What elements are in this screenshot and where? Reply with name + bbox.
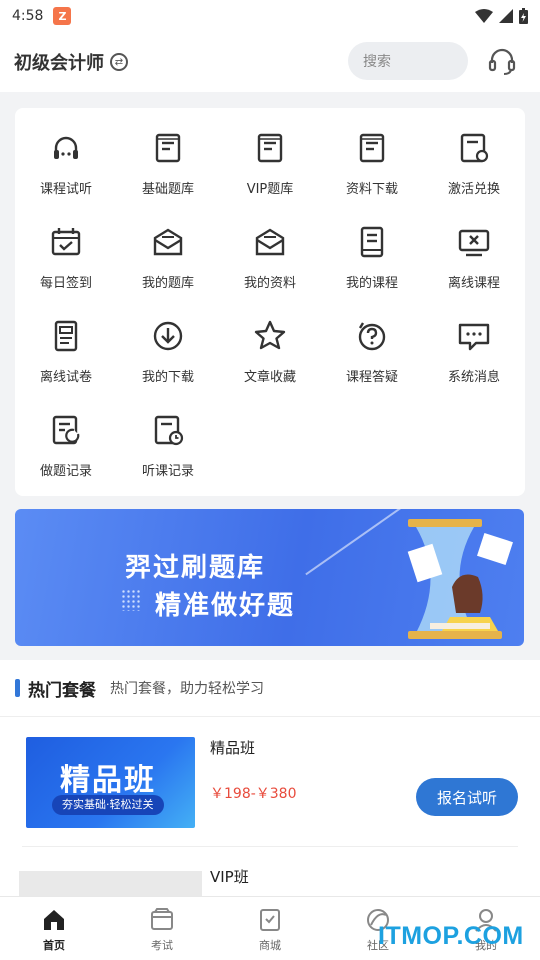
exam-title[interactable]: 初级会计师 (14, 49, 104, 75)
tab-label: 考试 (151, 939, 173, 952)
grid-item-label: 文章收藏 (243, 370, 296, 385)
activate-icon (460, 133, 489, 163)
grid-item-3[interactable]: 资料下载 (321, 108, 423, 202)
status-icons (475, 8, 528, 24)
battery-icon (519, 8, 528, 24)
grid-item-10[interactable]: 离线试卷 (15, 296, 117, 390)
history-icon (154, 415, 184, 446)
question-icon (358, 322, 386, 351)
top-header: 初级会计师 ⇄ 搜索 (0, 32, 540, 92)
customer-service-icon[interactable] (486, 46, 518, 78)
course-list: 精品班 夯实基础·轻松过关 精品班 ￥198-￥380 报名试听 VIP班 (0, 716, 540, 896)
status-time: 4:58 (12, 8, 44, 24)
grid-item-6[interactable]: 我的题库 (117, 202, 219, 296)
paper-icon (54, 320, 78, 352)
grid-item-label: 听课记录 (141, 464, 194, 479)
grid-item-12[interactable]: 文章收藏 (219, 296, 321, 390)
tab-0[interactable]: 首页 (0, 897, 108, 960)
function-grid: 课程试听 基础题库 VIP题库 资料下载 激活兑换每日签到 我的题库 我的资料 我的课程 离线课… (15, 108, 525, 496)
wifi-icon (475, 9, 493, 23)
grid-item-label: 激活兑换 (447, 182, 500, 197)
grid-item-14[interactable]: 系统消息 (423, 296, 525, 390)
search-placeholder: 搜索 (363, 54, 391, 70)
book-icon (155, 133, 181, 163)
grid-item-label: 离线课程 (447, 276, 500, 291)
section-marker (15, 679, 20, 697)
grid-item-13[interactable]: 课程答疑 (321, 296, 423, 390)
book-icon (257, 133, 283, 163)
grid-item-11[interactable]: 我的下载 (117, 296, 219, 390)
divider (22, 846, 518, 847)
banner-dots (121, 589, 141, 611)
calendar-check-icon (51, 228, 81, 256)
grid-item-9[interactable]: 离线课程 (423, 202, 525, 296)
grid-item-label: 课程答疑 (345, 370, 398, 385)
grid-item-label: 我的题库 (141, 276, 194, 291)
trial-signup-button[interactable]: 报名试听 (416, 778, 518, 816)
grid-item-label: 每日签到 (39, 276, 92, 291)
tab-label: 首页 (43, 939, 65, 952)
home-icon (44, 910, 64, 930)
tab-label: 商城 (259, 939, 281, 952)
promo-banner[interactable]: 羿过刷题库 精准做好题 (15, 509, 524, 646)
grid-item-label: 资料下载 (345, 182, 398, 197)
grid-item-15[interactable]: 做题记录 (15, 390, 117, 484)
envelope-icon (153, 228, 183, 256)
course-thumbnail: 精品班 夯实基础·轻松过关 (26, 737, 195, 828)
grid-item-label: 我的课程 (345, 276, 398, 291)
banner-subtitle: 精准做好题 (155, 591, 296, 621)
shop-icon (260, 909, 280, 931)
signal-icon (499, 9, 513, 23)
headphones-icon (54, 136, 78, 159)
exam-icon (151, 908, 173, 930)
app-notification-icon: Z (53, 7, 72, 25)
grid-item-label: VIP题库 (246, 182, 294, 197)
grid-item-5[interactable]: 每日签到 (15, 202, 117, 296)
course-thumbnail (19, 871, 202, 896)
notebook-icon (360, 226, 384, 258)
status-bar: 4:58 Z (0, 0, 540, 32)
grid-item-7[interactable]: 我的资料 (219, 202, 321, 296)
grid-item-label: 我的下载 (141, 370, 194, 385)
record-icon (52, 415, 80, 445)
hourglass-illustration (407, 519, 513, 639)
thumb-title: 精品班 (60, 763, 156, 798)
grid-item-0[interactable]: 课程试听 (15, 108, 117, 202)
grid-item-label: 做题记录 (39, 464, 92, 479)
hot-section-header: 热门套餐 热门套餐，助力轻松学习 (0, 660, 540, 716)
grid-item-8[interactable]: 我的课程 (321, 202, 423, 296)
tab-2[interactable]: 商城 (216, 897, 324, 960)
search-input[interactable]: 搜索 (348, 42, 468, 80)
grid-item-4[interactable]: 激活兑换 (423, 108, 525, 202)
grid-item-label: 课程试听 (39, 182, 92, 197)
tab-1[interactable]: 考试 (108, 897, 216, 960)
course-price: ￥198-￥380 (210, 786, 297, 802)
star-icon (254, 320, 286, 350)
grid-item-label: 我的资料 (243, 276, 296, 291)
grid-item-label: 基础题库 (141, 182, 194, 197)
course-name: VIP班 (210, 868, 249, 886)
watermark: ITMOP.COM (378, 922, 524, 950)
course-name: 精品班 (210, 739, 256, 757)
hot-subtitle: 热门套餐，助力轻松学习 (110, 681, 264, 697)
grid-item-1[interactable]: 基础题库 (117, 108, 219, 202)
grid-item-16[interactable]: 听课记录 (117, 390, 219, 484)
download-icon (153, 321, 183, 351)
hot-title: 热门套餐 (28, 680, 96, 701)
envelope-icon (255, 228, 285, 256)
monitor-x-icon (458, 229, 490, 257)
grid-item-label: 离线试卷 (39, 370, 92, 385)
message-icon (458, 323, 490, 351)
switch-exam-icon[interactable]: ⇄ (110, 53, 128, 71)
grid-item-2[interactable]: VIP题库 (219, 108, 321, 202)
book-icon (359, 133, 385, 163)
grid-item-label: 系统消息 (447, 370, 500, 385)
banner-title: 羿过刷题库 (125, 553, 266, 583)
thumb-tag: 夯实基础·轻松过关 (52, 795, 164, 815)
